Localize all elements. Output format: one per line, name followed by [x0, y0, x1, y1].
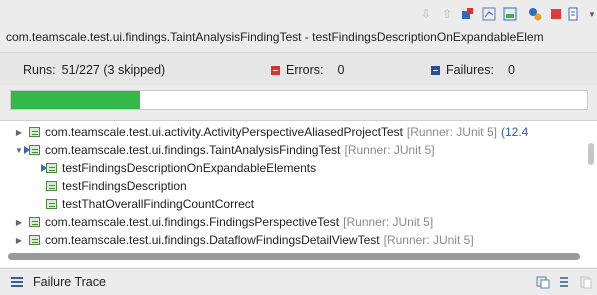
test-run-title: com.teamscale.test.ui.findings.TaintAnal… — [6, 30, 544, 44]
test-suite-icon — [27, 233, 42, 247]
test-class-row[interactable]: ▶ com.teamscale.test.ui.findings.Findings… — [14, 213, 433, 231]
errors-label: Errors: — [286, 63, 324, 77]
failures-value: 0 — [507, 63, 515, 77]
test-case-icon — [44, 197, 59, 211]
view-menu-icon[interactable]: ▾ — [584, 6, 597, 22]
test-name: testFindingsDescription — [62, 179, 187, 193]
test-name: testThatOverallFindingCountCorrect — [62, 197, 255, 211]
running-indicator-icon — [24, 146, 30, 154]
errors-value: 0 — [337, 63, 345, 77]
expand-twisty-icon[interactable]: ▶ — [14, 127, 24, 137]
test-case-icon — [44, 179, 59, 193]
relaunch-failed-icon[interactable] — [527, 6, 543, 22]
test-class-row[interactable]: ▼ com.teamscale.test.ui.findings.TaintAna… — [14, 141, 435, 159]
test-tree[interactable]: ▶ com.teamscale.test.ui.activity.Activity… — [0, 120, 597, 267]
failure-trace-icon — [11, 277, 23, 287]
progress-bar — [10, 90, 588, 110]
failure-trace-bar: Failure Trace — [0, 268, 597, 295]
running-indicator-icon — [41, 164, 47, 172]
failure-icon — [431, 65, 440, 75]
previous-failure-icon[interactable]: ⇧ — [439, 6, 455, 22]
runs-stat: Runs: 51/227 (3 skipped) — [23, 63, 165, 77]
test-method-row[interactable]: testFindingsDescription — [44, 177, 187, 195]
duration-label: (12.4 — [500, 125, 529, 139]
test-name: com.teamscale.test.ui.activity.ActivityP… — [45, 125, 403, 139]
expand-twisty-icon[interactable]: ▶ — [14, 235, 24, 245]
test-class-row[interactable]: ▶ com.teamscale.test.ui.activity.Activity… — [14, 123, 528, 141]
tree-vertical-scrollbar[interactable] — [588, 143, 594, 165]
filter-stack-icon[interactable] — [556, 274, 572, 290]
runner-label: [Runner: JUnit 5] — [344, 143, 435, 157]
test-suite-icon — [24, 143, 42, 157]
test-method-row[interactable]: testThatOverallFindingCountCorrect — [44, 195, 254, 213]
runs-value: 51/227 (3 skipped) — [61, 63, 166, 77]
runs-label: Runs: — [23, 63, 56, 77]
layout-icon[interactable] — [502, 6, 518, 22]
test-name: testFindingsDescriptionOnExpandableEleme… — [62, 161, 317, 175]
progress-area — [0, 85, 597, 117]
test-suite-icon — [27, 215, 42, 229]
history-dropdown-icon[interactable] — [566, 6, 582, 22]
test-name: com.teamscale.test.ui.findings.DataflowF… — [45, 233, 380, 247]
stop-icon[interactable] — [548, 6, 564, 22]
failure-trace-label: Failure Trace — [33, 275, 106, 289]
test-stats-bar: Runs: 51/227 (3 skipped) Errors: 0 Failu… — [0, 52, 597, 86]
compare-result-icon[interactable] — [535, 274, 551, 290]
history-icon[interactable] — [481, 6, 497, 22]
tree-horizontal-scrollbar[interactable] — [8, 253, 580, 260]
expand-twisty-icon[interactable]: ▶ — [14, 217, 24, 227]
test-suite-icon — [27, 125, 42, 139]
relaunch-icon[interactable] — [460, 6, 476, 22]
failures-label: Failures: — [446, 63, 494, 77]
runner-label: [Runner: JUnit 5] — [406, 125, 497, 139]
test-class-row[interactable]: ▶ com.teamscale.test.ui.findings.Dataflow… — [14, 231, 474, 249]
runner-label: [Runner: JUnit 5] — [343, 215, 434, 229]
failures-stat: Failures: 0 — [431, 63, 515, 77]
collapse-twisty-icon[interactable]: ▼ — [14, 145, 24, 155]
runner-label: [Runner: JUnit 5] — [383, 233, 474, 247]
test-method-row[interactable]: testFindingsDescriptionOnExpandableEleme… — [41, 159, 317, 177]
toolbar: ⇩ ⇧ ▾ — [0, 0, 597, 28]
errors-stat: Errors: 0 — [271, 63, 344, 77]
progress-bar-fill — [11, 91, 141, 109]
error-icon — [271, 65, 280, 75]
test-name: com.teamscale.test.ui.findings.TaintAnal… — [45, 143, 341, 157]
next-failure-icon[interactable]: ⇩ — [418, 6, 434, 22]
test-name: com.teamscale.test.ui.findings.FindingsP… — [45, 215, 340, 229]
test-case-icon — [41, 161, 59, 175]
copy-trace-icon[interactable] — [578, 274, 594, 290]
